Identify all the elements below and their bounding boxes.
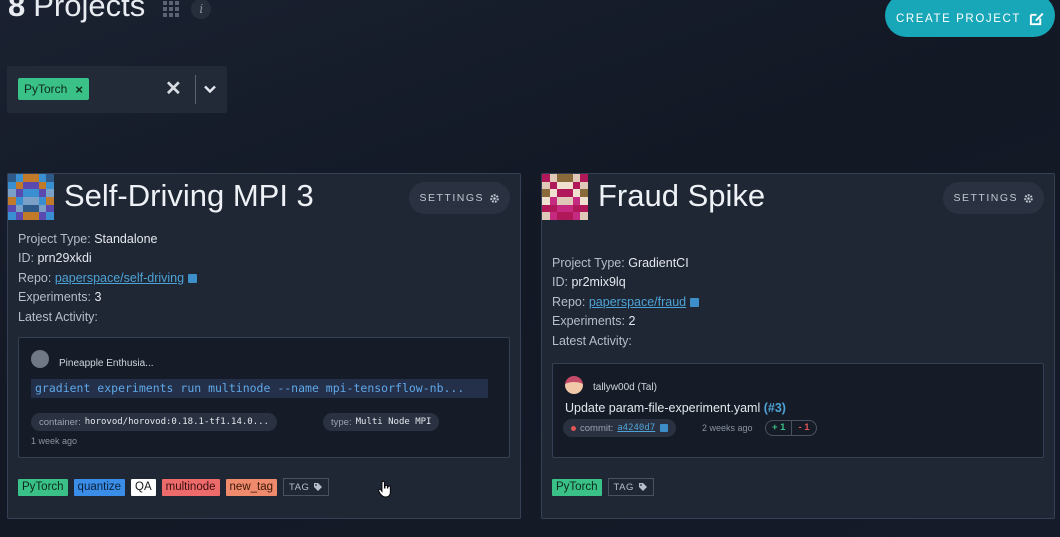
type-pill: type: Multi Node MPI bbox=[323, 413, 440, 431]
additions: + 1 bbox=[766, 421, 793, 435]
add-tag-button[interactable]: TAG bbox=[283, 478, 330, 496]
id-label: ID: bbox=[552, 275, 568, 290]
tag-pytorch[interactable]: PyTorch bbox=[552, 478, 602, 496]
settings-label: SETTINGS bbox=[419, 192, 484, 204]
chevron-down-icon[interactable] bbox=[203, 82, 217, 96]
status-dot-icon bbox=[571, 425, 576, 431]
commit-message[interactable]: Update param-file-experiment.yaml (#3) bbox=[565, 401, 786, 415]
project-card[interactable]: Fraud Spike SETTINGS Project Type: Gradi… bbox=[541, 173, 1055, 519]
tag-quantize[interactable]: quantize bbox=[73, 478, 126, 496]
project-avatar bbox=[542, 174, 588, 220]
filter-chip-pytorch: PyTorch × bbox=[18, 78, 89, 100]
commit-message-text: Update param-file-experiment.yaml bbox=[565, 401, 761, 415]
filter-divider bbox=[195, 75, 196, 104]
external-link-icon[interactable] bbox=[188, 273, 198, 283]
tag-multinode[interactable]: multinode bbox=[161, 478, 220, 496]
tag-icon bbox=[638, 483, 647, 491]
type-label: type: bbox=[331, 416, 352, 428]
project-count: 8 bbox=[8, 0, 26, 23]
page-title: Projects bbox=[33, 0, 146, 23]
experiments-count: 3 bbox=[94, 290, 102, 305]
settings-label: SETTINGS bbox=[953, 192, 1018, 204]
hand-cursor-icon bbox=[378, 480, 391, 498]
grid-view-icon[interactable] bbox=[163, 1, 180, 17]
tag-icon bbox=[314, 483, 323, 491]
project-avatar bbox=[8, 174, 54, 220]
deletions: - 1 bbox=[798, 422, 810, 433]
type-value: Multi Node MPI bbox=[355, 417, 432, 427]
tag-qa[interactable]: QA bbox=[131, 478, 156, 496]
activity-command: gradient experiments run multinode --nam… bbox=[31, 379, 488, 398]
create-project-button[interactable]: CREATE PROJECT bbox=[885, 0, 1055, 37]
gear-icon bbox=[1024, 193, 1033, 203]
container-value: horovod/horovod:0.18.1-tf1.14.0... bbox=[84, 417, 269, 427]
tag-list: PyTorch quantize QA multinode new_tag TAG bbox=[18, 478, 330, 496]
settings-button[interactable]: SETTINGS bbox=[409, 182, 510, 214]
activity-time: 2 weeks ago bbox=[702, 423, 753, 433]
latest-activity-label: Latest Activity: bbox=[18, 309, 98, 324]
edit-icon bbox=[1029, 12, 1044, 26]
repo-label: Repo: bbox=[18, 270, 52, 285]
latest-activity-box[interactable]: Pineapple Enthusia... gradient experimen… bbox=[18, 337, 510, 458]
commit-hash-link[interactable]: a4240d7 bbox=[617, 423, 655, 433]
external-link-icon[interactable] bbox=[660, 424, 669, 432]
remove-chip-icon[interactable]: × bbox=[75, 82, 83, 97]
user-avatar bbox=[31, 350, 49, 368]
id-label: ID: bbox=[18, 251, 34, 266]
settings-button[interactable]: SETTINGS bbox=[943, 182, 1044, 214]
diff-stats: + 1 - 1 bbox=[765, 420, 817, 436]
project-card[interactable]: Self-Driving MPI 3 SETTINGS Project Type… bbox=[7, 173, 521, 519]
activity-user: Pineapple Enthusia... bbox=[59, 358, 154, 369]
latest-activity-box[interactable]: tallyw00d (Tal) Update param-file-experi… bbox=[552, 363, 1044, 458]
project-id-value: pr2mix9lq bbox=[571, 275, 626, 290]
project-title[interactable]: Self-Driving MPI 3 bbox=[64, 178, 314, 214]
experiments-label: Experiments: bbox=[552, 314, 625, 329]
project-title[interactable]: Fraud Spike bbox=[598, 178, 765, 214]
activity-time: 1 week ago bbox=[31, 436, 78, 446]
repo-link[interactable]: paperspace/self-driving bbox=[55, 271, 184, 285]
container-label: container: bbox=[39, 416, 81, 428]
add-tag-button[interactable]: TAG bbox=[607, 478, 654, 496]
tag-new-tag[interactable]: new_tag bbox=[225, 478, 278, 496]
tag-list: PyTorch TAG bbox=[552, 478, 654, 496]
project-id-value: prn29xkdi bbox=[37, 251, 92, 266]
repo-link[interactable]: paperspace/fraud bbox=[589, 295, 686, 309]
project-type-value: GradientCI bbox=[628, 256, 689, 270]
add-tag-label: TAG bbox=[289, 481, 310, 493]
gear-icon bbox=[490, 193, 499, 203]
commit-pill: commit: a4240d7 bbox=[563, 419, 677, 437]
pull-request-link[interactable]: (#3) bbox=[764, 401, 786, 415]
latest-activity-label: Latest Activity: bbox=[552, 333, 632, 348]
external-link-icon[interactable] bbox=[690, 297, 700, 307]
tag-filter[interactable]: PyTorch × ✕ bbox=[7, 66, 227, 113]
repo-label: Repo: bbox=[552, 294, 586, 309]
create-project-label: CREATE PROJECT bbox=[895, 12, 1022, 25]
user-avatar bbox=[565, 376, 583, 394]
project-type-label: Project Type: bbox=[18, 232, 91, 246]
project-type-label: Project Type: bbox=[552, 256, 625, 270]
add-tag-label: TAG bbox=[613, 481, 634, 493]
container-pill: container: horovod/horovod:0.18.1-tf1.14… bbox=[31, 413, 277, 431]
filter-chip-label: PyTorch bbox=[24, 82, 68, 96]
project-meta: Project Type: GradientCI ID: pr2mix9lq R… bbox=[552, 254, 700, 351]
tag-pytorch[interactable]: PyTorch bbox=[18, 478, 68, 496]
experiments-label: Experiments: bbox=[18, 290, 91, 305]
clear-filter-icon[interactable]: ✕ bbox=[165, 79, 182, 99]
activity-user: tallyw00d (Tal) bbox=[593, 382, 657, 393]
project-type-value: Standalone bbox=[94, 232, 158, 246]
commit-label: commit: bbox=[580, 422, 614, 434]
experiments-count: 2 bbox=[628, 314, 636, 329]
info-icon[interactable]: i bbox=[191, 0, 212, 19]
project-meta: Project Type: Standalone ID: prn29xkdi R… bbox=[18, 230, 198, 327]
page-header: 8 Projects i bbox=[8, 0, 212, 24]
